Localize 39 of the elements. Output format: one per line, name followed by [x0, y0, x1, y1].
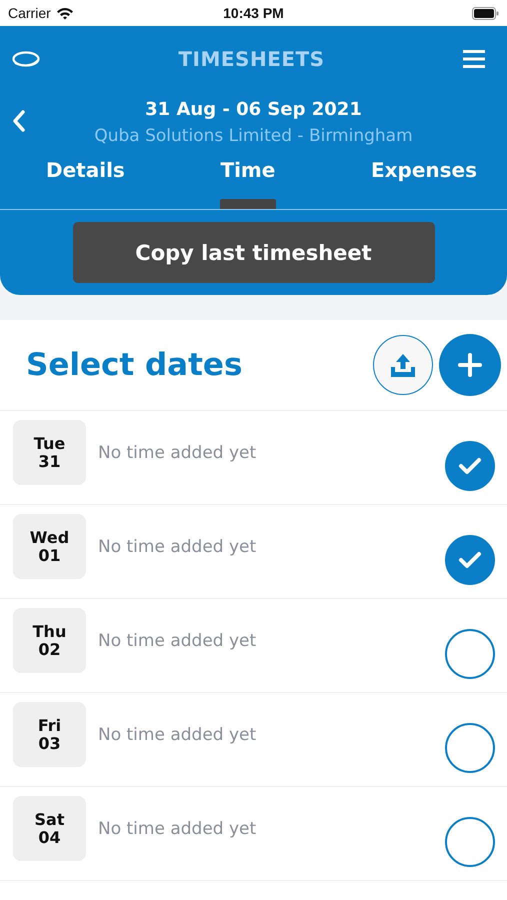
weekday-label: Fri	[38, 716, 62, 734]
select-checkbox[interactable]	[445, 534, 495, 584]
tab[interactable]: Details	[46, 152, 125, 209]
check-icon	[458, 550, 482, 568]
plus-icon	[458, 353, 482, 377]
time-note: No time added yet	[98, 724, 258, 744]
day-number: 02	[38, 640, 61, 658]
screen-title: TIMESHEETS	[178, 47, 325, 71]
day-number: 01	[38, 546, 61, 564]
select-checkbox[interactable]	[445, 722, 495, 772]
time-note: No time added yet	[98, 442, 258, 462]
copy-timesheet-button[interactable]: Copy last timesheet	[72, 222, 434, 283]
back-icon[interactable]	[12, 110, 26, 132]
day-number: 04	[38, 828, 61, 846]
menu-icon[interactable]	[462, 50, 485, 68]
upload-icon	[390, 352, 416, 378]
carrier-label: Carrier	[8, 5, 51, 21]
select-checkbox[interactable]	[445, 628, 495, 678]
select-checkbox[interactable]	[445, 440, 495, 490]
time-note: No time added yet	[98, 536, 258, 556]
select-checkbox[interactable]	[445, 816, 495, 866]
weekday-label: Wed	[30, 528, 70, 546]
logo-icon	[12, 50, 40, 68]
date-range: 31 Aug - 06 Sep 2021	[145, 98, 362, 120]
weekday-label: Tue	[34, 434, 66, 452]
weekday-label: Sat	[34, 810, 64, 828]
battery-icon	[472, 6, 499, 20]
section-heading: Select dates	[26, 347, 244, 383]
tab[interactable]: Time	[220, 152, 276, 209]
time-note: No time added yet	[98, 818, 258, 838]
tab[interactable]: Expenses	[370, 152, 477, 209]
clock-time: 10:43 PM	[223, 5, 284, 21]
check-icon	[458, 456, 482, 474]
day-number: 31	[38, 452, 61, 470]
day-number: 03	[38, 734, 61, 752]
client-name: Quba Solutions Limited - Birmingham	[94, 126, 413, 146]
time-note: No time added yet	[98, 630, 258, 650]
wifi-icon	[56, 6, 74, 20]
weekday-label: Thu	[32, 622, 66, 640]
